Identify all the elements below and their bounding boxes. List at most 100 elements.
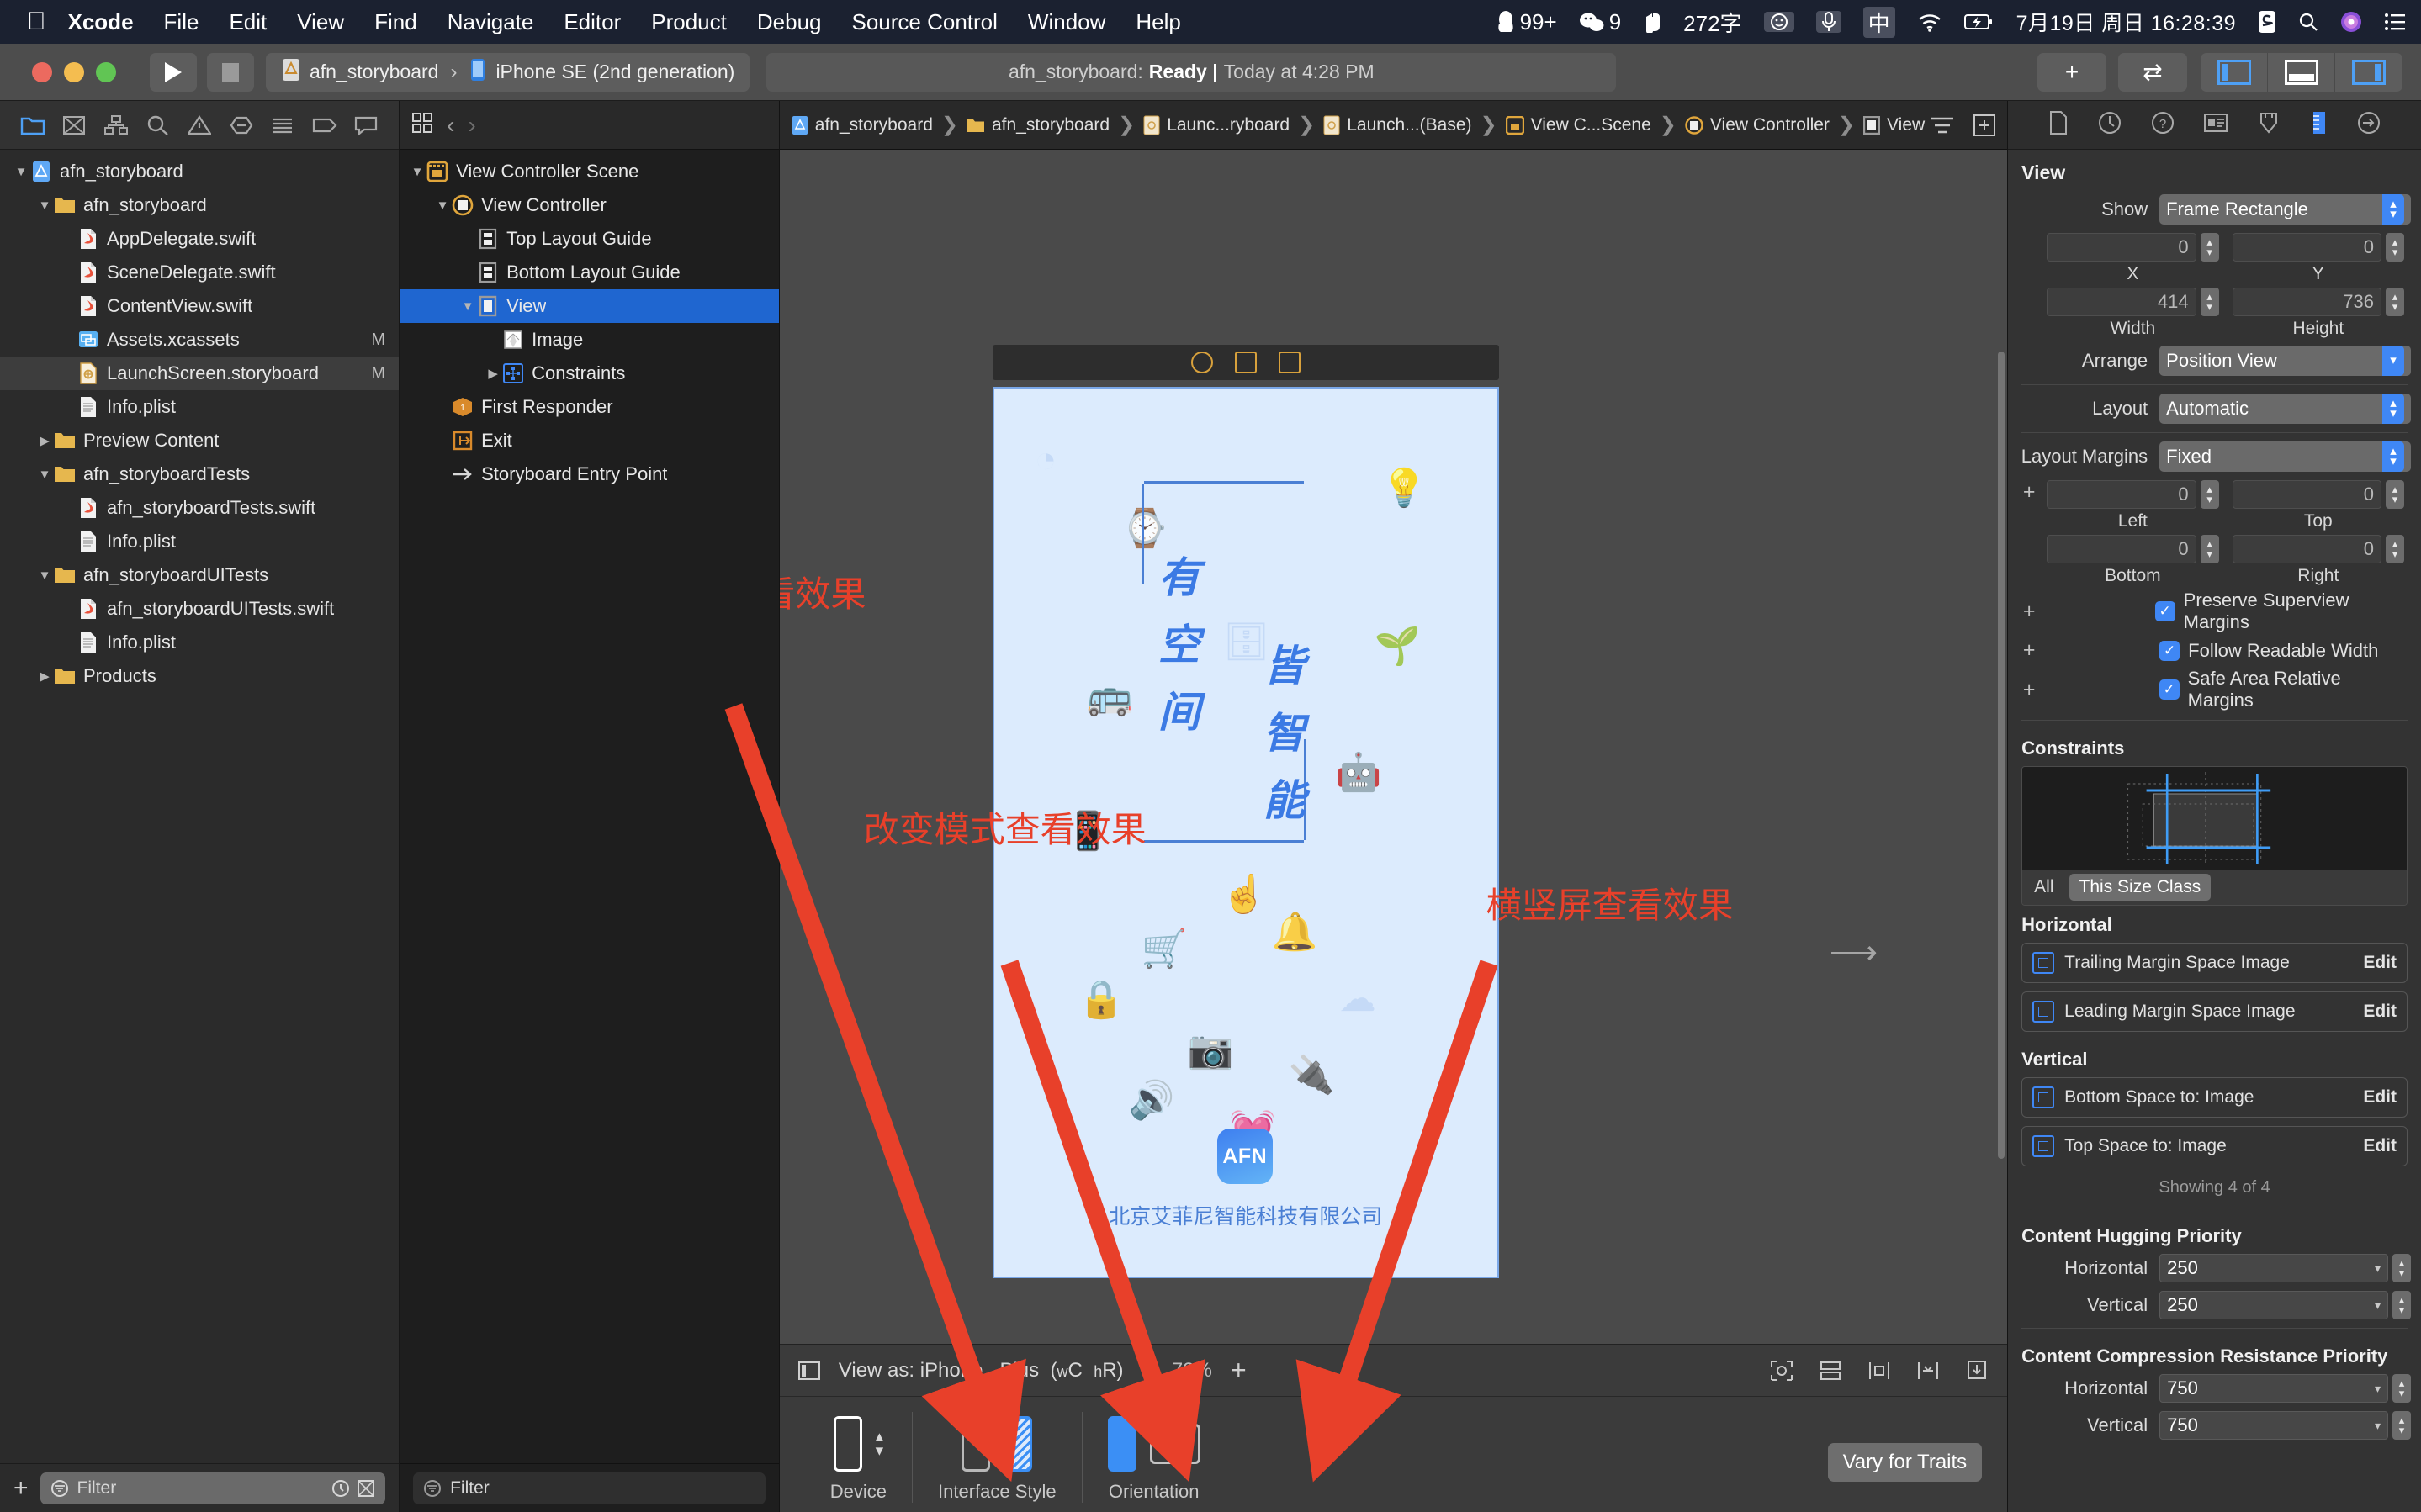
project-navigator-tab[interactable] [19, 114, 47, 137]
disclosure-triangle-icon[interactable]: ▼ [35, 568, 54, 583]
constraint-edit-button[interactable]: Edit [2363, 1002, 2397, 1022]
add-readable-variation[interactable]: + [2018, 638, 2040, 663]
pin-icon[interactable] [1916, 1360, 1940, 1382]
constraint-row-leading[interactable]: Leading Margin Space Image Edit [2021, 991, 2408, 1032]
navigator-filter-input[interactable]: Filter [40, 1472, 386, 1504]
find-navigator-tab[interactable] [143, 114, 172, 137]
margin-right-input[interactable]: 0 [2232, 535, 2382, 563]
constraint-row-trailing[interactable]: Trailing Margin Space Image Edit [2021, 943, 2408, 983]
add-editor-button[interactable]: + [2037, 52, 2106, 92]
exit-badge-icon[interactable] [1278, 352, 1301, 373]
device-config-icon[interactable] [797, 1360, 820, 1382]
menu-help[interactable]: Help [1136, 9, 1180, 35]
qq-penguin-icon[interactable]: 99+ [1497, 9, 1557, 35]
light-mode-icon[interactable] [962, 1416, 991, 1472]
outline-filter-input[interactable]: Filter [413, 1472, 766, 1504]
view-controller-badge-icon[interactable] [1190, 352, 1213, 373]
frame-height-input[interactable]: 736 [2232, 288, 2382, 316]
outline-lines-icon[interactable] [1930, 115, 1955, 135]
report-navigator-tab[interactable] [352, 114, 380, 137]
history-inspector-tab[interactable] [2098, 111, 2122, 139]
breadcrumb-item-storyboard[interactable]: Launc...ryboard [1143, 115, 1290, 135]
file-inspector-tab[interactable] [2048, 111, 2069, 139]
outline-row-image[interactable]: Image [400, 323, 779, 357]
show-popup[interactable]: Frame Rectangle ▴ ▾ [2159, 194, 2411, 225]
attributes-inspector-tab[interactable] [2257, 111, 2281, 139]
dark-mode-icon[interactable] [1004, 1416, 1033, 1472]
safe-area-relative-margins-checkbox[interactable]: ✓ [2159, 679, 2180, 700]
outline-row-first-responder[interactable]: 1 First Responder [400, 390, 779, 424]
siri-icon[interactable] [2340, 11, 2362, 33]
outline-row-storyboard-entry-point[interactable]: Storyboard Entry Point [400, 457, 779, 491]
hugging-vertical-stepper[interactable]: ▴ ▾ [2392, 1291, 2411, 1319]
breadcrumb[interactable]: afn_storyboard ❯ afn_storyboard ❯ Launc.… [779, 101, 2008, 150]
zoom-level-label[interactable]: 73% [1172, 1359, 1212, 1382]
update-frames-icon[interactable] [1770, 1360, 1793, 1382]
margin-left-input[interactable]: 0 [2047, 480, 2196, 509]
landscape-orientation-icon[interactable] [1149, 1424, 1200, 1464]
file-row-products[interactable]: ▶ Products [0, 659, 399, 693]
outline-row-constraints[interactable]: ▶ Constraints [400, 357, 779, 390]
toggle-inspector-button[interactable] [2335, 53, 2402, 92]
menu-product[interactable]: Product [651, 9, 727, 35]
file-row-launchscreen-storyboard[interactable]: LaunchScreen.storyboard M [0, 357, 400, 390]
add-preserve-variation[interactable]: + [2018, 600, 2040, 624]
hugging-horizontal-stepper[interactable]: ▴ ▾ [2392, 1254, 2411, 1282]
disclosure-triangle-icon[interactable]: ▶ [35, 669, 54, 684]
navigator-tab-bar[interactable] [0, 101, 400, 150]
zoom-out-button[interactable]: – [1142, 1359, 1153, 1382]
compression-horizontal-input[interactable]: 750 ▾ [2159, 1374, 2388, 1403]
size-inspector-tab[interactable] [2310, 111, 2328, 139]
add-file-button[interactable]: + [13, 1474, 29, 1503]
file-row-afn-storyboarduitests-swift[interactable]: afn_storyboardUITests.swift [0, 592, 399, 626]
frame-y-stepper[interactable]: ▴ ▾ [2386, 233, 2405, 262]
file-row-afn-storyboardtests-swift[interactable]: afn_storyboardTests.swift [0, 491, 399, 525]
zoom-window-button[interactable] [96, 61, 116, 82]
inspector-tab-bar[interactable]: ? [2008, 101, 2421, 150]
wechat-icon[interactable]: 9 [1579, 9, 1621, 35]
first-responder-badge-icon[interactable] [1234, 352, 1257, 373]
layout-margins-popup[interactable]: Fixed ▴ ▾ [2159, 441, 2411, 472]
constraint-edit-button[interactable]: Edit [2363, 1087, 2397, 1108]
constraint-row-top[interactable]: Top Space to: Image Edit [2021, 1126, 2408, 1166]
project-file-tree[interactable]: ▼ afn_storyboard ▼ afn_storyboard AppDelegat… [0, 150, 400, 1463]
menu-editor[interactable]: Editor [564, 9, 621, 35]
disclosure-triangle-icon[interactable]: ▼ [35, 468, 54, 482]
follow-readable-width-checkbox[interactable]: ✓ [2159, 640, 2180, 661]
outline-row-view-controller[interactable]: ▼ View Controller [400, 188, 779, 222]
canvas-vertical-scrollbar[interactable] [1998, 352, 2005, 1159]
zoom-in-button[interactable]: + [1231, 1355, 1247, 1386]
menu-edit[interactable]: Edit [229, 9, 267, 35]
arrange-popup[interactable]: Position View ▾ [2159, 346, 2411, 376]
sogou-s-icon[interactable] [2258, 10, 2276, 34]
storyboard-canvas[interactable]: ◔ 💡 ⌚ 🌱 🚌 🗄 🤖 📱 ☝ 🛒 🔔 🔒 ☁ 📷 🔌 🔊 有 空 间 皆 … [779, 150, 2008, 1344]
disclosure-triangle-icon[interactable]: ▼ [458, 299, 477, 314]
menu-xcode[interactable]: Xcode [68, 9, 134, 35]
disclosure-triangle-icon[interactable]: ▶ [35, 433, 54, 448]
minimize-window-button[interactable] [64, 61, 84, 82]
constraints-scope-this-size-class[interactable]: This Size Class [2069, 874, 2212, 901]
control-center-icon[interactable] [2384, 13, 2406, 31]
evernote-icon[interactable] [1643, 11, 1661, 33]
toggle-assistant-button[interactable]: ⇄ [2118, 52, 2187, 92]
layout-popup[interactable]: Automatic ▴ ▾ [2159, 394, 2411, 424]
frame-width-stepper[interactable]: ▴ ▾ [2200, 288, 2219, 316]
menu-debug[interactable]: Debug [757, 9, 822, 35]
file-row-preview-content[interactable]: ▶ Preview Content [0, 424, 399, 457]
file-row-afn-storyboard[interactable]: ▼ afn_storyboard [0, 188, 399, 222]
spotlight-search-icon[interactable] [2298, 12, 2318, 32]
margin-left-stepper[interactable]: ▴ ▾ [2200, 480, 2219, 509]
battery-charging-icon[interactable] [1963, 13, 1993, 31]
outline-row-view[interactable]: ▼ View [400, 289, 779, 323]
symbol-navigator-tab[interactable] [102, 114, 130, 137]
apple-menu-icon[interactable]:  [27, 9, 46, 34]
file-row-contentview-swift[interactable]: ContentView.swift [0, 289, 399, 323]
outline-row-view-controller-scene[interactable]: ▼ View Controller Scene [400, 155, 779, 188]
constraints-diagram[interactable] [2022, 767, 2407, 870]
file-row-info-plist[interactable]: Info.plist [0, 525, 399, 558]
outline-toggle-icon[interactable] [411, 112, 433, 138]
disclosure-triangle-icon[interactable]: ▼ [12, 165, 30, 179]
file-row-afn-storyboardtests[interactable]: ▼ afn_storyboardTests [0, 457, 399, 491]
frame-height-stepper[interactable]: ▴ ▾ [2386, 288, 2405, 316]
disclosure-triangle-icon[interactable]: ▶ [484, 366, 502, 381]
